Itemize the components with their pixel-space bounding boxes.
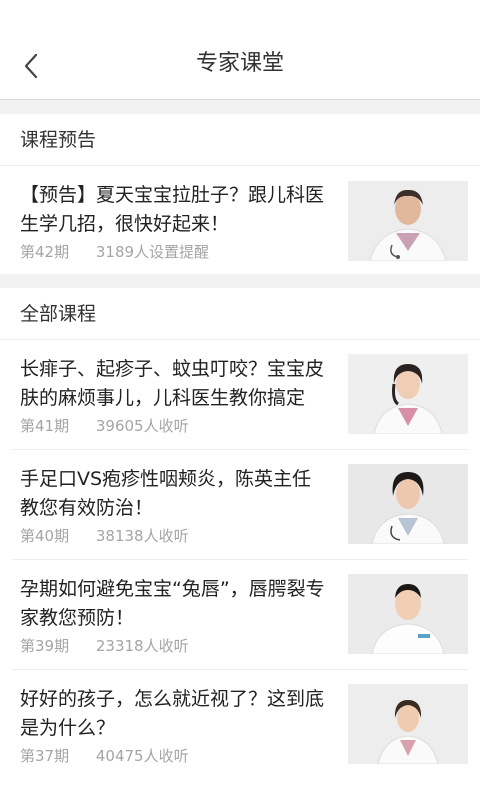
course-meta: 第40期 38138人收听 (20, 526, 189, 546)
course-issue: 第42期 (20, 243, 70, 261)
course-title: 孕期如何避免宝宝“兔唇”，唇腭裂专家教您预防！ (20, 578, 325, 629)
page-title: 专家课堂 (195, 51, 284, 76)
course-item[interactable]: 长痱子、起疹子、蚊虫叮咬？宝宝皮肤的麻烦事儿，儿科医生教你搞定 第41期 396… (12, 340, 468, 450)
course-issue: 第41期 (20, 417, 70, 435)
all-courses-section: 全部课程 长痱子、起疹子、蚊虫叮咬？宝宝皮肤的麻烦事儿，儿科医生教你搞定 第41… (0, 288, 480, 800)
course-title: 长痱子、起疹子、蚊虫叮咬？宝宝皮肤的麻烦事儿，儿科医生教你搞定 (20, 358, 325, 409)
course-count: 39605人收听 (95, 417, 189, 435)
doctor-photo (348, 464, 468, 544)
course-count: 40475人收听 (95, 747, 189, 765)
course-issue: 第39期 (20, 637, 70, 655)
course-item[interactable]: 孕期如何避免宝宝“兔唇”，唇腭裂专家教您预防！ 第39期 23318人收听 (12, 560, 468, 670)
course-item[interactable]: 【预告】夏天宝宝拉肚子？跟儿科医生学几招，很快好起来！ 第42期 3189人设置… (12, 166, 468, 273)
preview-section: 课程预告 【预告】夏天宝宝拉肚子？跟儿科医生学几招，很快好起来！ 第42期 31… (0, 114, 480, 274)
course-item[interactable]: 手足口VS疱疹性咽颊炎，陈英主任教您有效防治！ 第40期 38138人收听 (12, 450, 468, 560)
section-heading-preview: 课程预告 (0, 114, 480, 166)
course-meta: 第42期 3189人设置提醒 (20, 242, 209, 262)
section-heading-all: 全部课程 (0, 288, 480, 340)
course-count: 38138人收听 (95, 527, 189, 545)
doctor-photo (348, 574, 468, 654)
doctor-photo (348, 354, 468, 434)
course-issue: 第37期 (20, 747, 70, 765)
course-item[interactable]: 好好的孩子，怎么就近视了？这到底是为什么？ 第37期 40475人收听 (12, 670, 468, 780)
doctor-photo (348, 684, 468, 764)
course-count: 3189人设置提醒 (95, 243, 210, 261)
course-title: 手足口VS疱疹性咽颊炎，陈英主任教您有效防治！ (20, 468, 312, 519)
course-issue: 第40期 (20, 527, 70, 545)
doctor-photo (348, 181, 468, 261)
course-title: 好好的孩子，怎么就近视了？这到底是为什么？ (20, 688, 325, 739)
top-bar: 专家课堂 (0, 0, 480, 100)
course-count: 23318人收听 (95, 637, 189, 655)
course-title: 【预告】夏天宝宝拉肚子？跟儿科医生学几招，很快好起来！ (20, 184, 325, 235)
course-meta: 第41期 39605人收听 (20, 416, 189, 436)
course-meta: 第37期 40475人收听 (20, 746, 189, 766)
course-meta: 第39期 23318人收听 (20, 636, 189, 656)
